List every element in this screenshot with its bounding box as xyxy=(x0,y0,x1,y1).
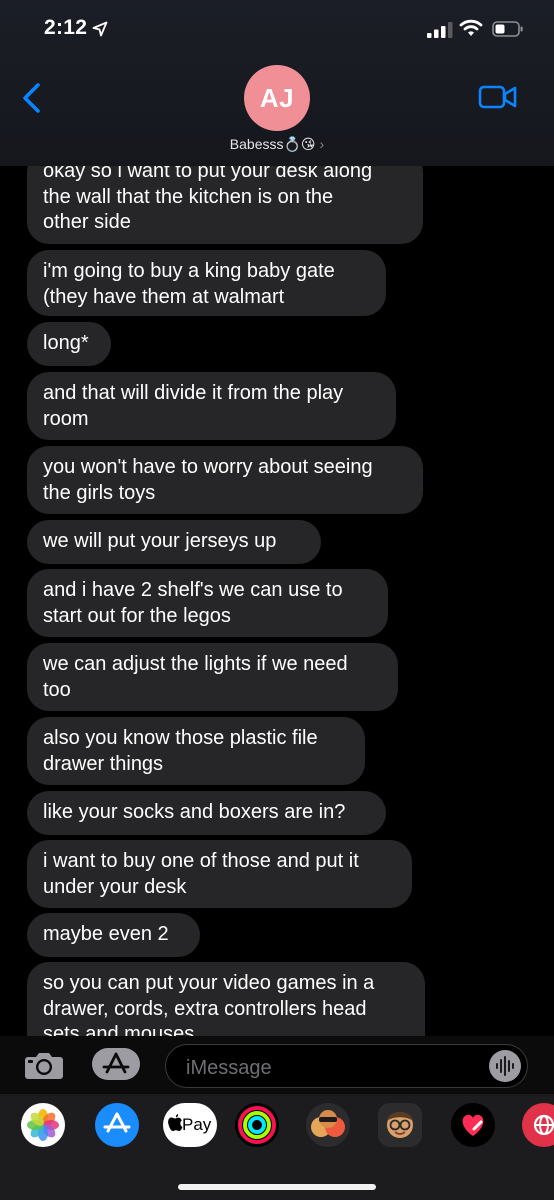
status-time: 2:12 xyxy=(44,16,88,39)
home-indicator[interactable] xyxy=(178,1184,376,1190)
message-bubble[interactable]: you won't have to worry about seeing the… xyxy=(27,446,423,514)
battery-icon xyxy=(492,21,523,37)
message-bubble[interactable]: and i have 2 shelf's we can use to start… xyxy=(27,569,388,637)
cellular-signal-icon xyxy=(427,22,453,38)
search-web-icon xyxy=(533,1114,554,1136)
app-store-icon xyxy=(103,1112,131,1133)
home-indicator-area xyxy=(0,1156,554,1200)
contact-name: Babesss💍😘 xyxy=(229,136,316,152)
memoji-app-button[interactable] xyxy=(378,1103,422,1147)
activity-app-button[interactable] xyxy=(235,1103,279,1147)
app-store-a-icon xyxy=(102,1052,130,1074)
audio-message-button[interactable] xyxy=(489,1050,521,1082)
app-store-button[interactable] xyxy=(92,1048,140,1080)
photos-icon xyxy=(27,1109,59,1141)
conversation-header: 2:12 AJ Babesss💍😘 › xyxy=(0,0,554,166)
message-bubble[interactable]: so you can put your video games in a dra… xyxy=(27,962,425,1036)
contact-name-button[interactable]: Babesss💍😘 › xyxy=(0,136,554,153)
web-search-app-button[interactable] xyxy=(522,1103,554,1147)
message-bubble[interactable]: i want to buy one of those and put it un… xyxy=(27,840,412,908)
digital-touch-icon xyxy=(462,1114,484,1136)
camera-icon[interactable] xyxy=(24,1050,64,1080)
imessage-field[interactable] xyxy=(165,1044,528,1088)
memoji-stickers-app-button[interactable] xyxy=(306,1103,350,1147)
message-bubble[interactable]: we can adjust the lights if we need too xyxy=(27,643,398,711)
message-bubble[interactable]: and that will divide it from the play ro… xyxy=(27,372,396,440)
message-bubble[interactable]: long* xyxy=(27,322,111,366)
message-bubble[interactable]: we will put your jerseys up xyxy=(27,520,321,564)
app-store-app-button[interactable] xyxy=(95,1103,139,1147)
status-bar: 2:12 xyxy=(0,0,554,60)
avatar-initials: AJ xyxy=(259,82,295,113)
apple-pay-label: Pay xyxy=(182,1115,212,1134)
facetime-video-icon[interactable] xyxy=(478,84,518,110)
message-text-input[interactable] xyxy=(184,1054,478,1082)
activity-icon xyxy=(238,1106,276,1144)
apple-pay-app-button[interactable]: Pay xyxy=(163,1103,217,1147)
waveform-icon xyxy=(496,1056,514,1076)
message-bubble[interactable]: also you know those plastic file drawer … xyxy=(27,717,365,785)
location-arrow-icon xyxy=(92,21,108,37)
message-bubble[interactable]: maybe even 2 xyxy=(27,913,200,957)
photos-app-button[interactable] xyxy=(21,1103,65,1147)
message-bubble[interactable]: i'm going to buy a king baby gate (they … xyxy=(27,250,386,316)
memoji-icon xyxy=(387,1112,413,1138)
memoji-stickers-icon xyxy=(311,1110,345,1137)
back-chevron-icon[interactable] xyxy=(18,82,46,114)
digital-touch-app-button[interactable] xyxy=(451,1103,495,1147)
wifi-icon xyxy=(459,19,483,36)
chevron-right-icon: › xyxy=(319,136,325,152)
contact-avatar[interactable]: AJ xyxy=(244,65,310,131)
compose-bar xyxy=(0,1036,554,1094)
imessage-app-drawer: Pay xyxy=(0,1094,554,1156)
message-bubble[interactable]: like your socks and boxers are in? xyxy=(27,791,386,835)
